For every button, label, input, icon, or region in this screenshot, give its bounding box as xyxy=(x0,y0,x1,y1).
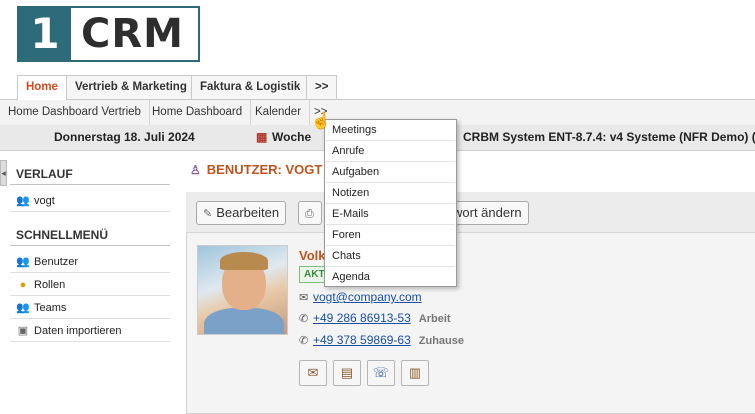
menu-item-chats[interactable]: Chats xyxy=(326,246,455,267)
vcard-button[interactable]: ▤ xyxy=(333,360,361,386)
menu-item-agenda[interactable]: Agenda xyxy=(326,267,455,288)
edit-button[interactable]: ✎ Bearbeiten xyxy=(196,201,287,225)
user-icon: ♙ xyxy=(190,163,201,177)
tab-more[interactable]: >> xyxy=(306,75,338,99)
phone-icon: ☏ xyxy=(372,365,390,380)
menu-item-emails[interactable]: E-Mails xyxy=(326,204,455,225)
sidebar-item-rollen[interactable]: ● Rollen xyxy=(10,274,170,296)
sidebar-item-label: Teams xyxy=(34,302,67,314)
tab-faktura-logistik[interactable]: Faktura & Logistik xyxy=(191,75,310,99)
phone-work-link[interactable]: +49 286 86913-53 xyxy=(313,311,411,325)
current-date: Donnerstag 18. Juli 2024 xyxy=(54,130,195,144)
sidebar-item-teams[interactable]: 👥 Teams xyxy=(10,297,170,319)
menu-item-anrufe[interactable]: Anrufe xyxy=(326,141,455,162)
phone-home-link[interactable]: +49 378 59869-63 xyxy=(313,333,411,347)
roles-icon: ● xyxy=(19,279,27,291)
sidebar-item-label: Benutzer xyxy=(34,256,79,268)
system-info: CRBM System ENT-8.7.4: v4 Systeme (NFR D… xyxy=(463,130,755,144)
logo-text: CRM xyxy=(81,11,184,57)
phone-icon: ✆ xyxy=(299,335,309,347)
detail-toolbar: ✎ Bearbeiten ⎙ wort ändern xyxy=(186,192,755,233)
phone-work-row: ✆ +49 286 86913-53 Arbeit xyxy=(299,311,451,325)
history-item-label: vogt xyxy=(34,195,55,207)
phone-home-label: Zuhause xyxy=(418,335,464,347)
logo-number: 1 xyxy=(19,8,71,60)
menu-item-aufgaben[interactable]: Aufgaben xyxy=(326,162,455,183)
change-password-label: wort ändern xyxy=(453,205,522,220)
subtab-home-dashboard-vertrieb[interactable]: Home Dashboard Vertrieb xyxy=(0,100,150,125)
edit-button-label: Bearbeiten xyxy=(216,205,280,220)
menu-item-notizen[interactable]: Notizen xyxy=(326,183,455,204)
notes-button[interactable]: ▥ xyxy=(401,360,429,386)
tab-vertrieb-marketing[interactable]: Vertrieb & Marketing xyxy=(66,75,196,99)
notes-icon: ▥ xyxy=(408,365,422,380)
main-tab-bar: Home Vertrieb & Marketing Faktura & Logi… xyxy=(0,75,755,100)
print-icon: ⎙ xyxy=(305,208,314,220)
tab-home[interactable]: Home xyxy=(17,75,67,100)
history-heading: VERLAUF xyxy=(10,163,170,185)
change-password-button[interactable]: wort ändern xyxy=(446,201,529,225)
email-link[interactable]: vogt@company.com xyxy=(313,290,422,304)
history-item-vogt[interactable]: 👥 vogt xyxy=(10,190,170,212)
phone-icon: ✆ xyxy=(299,313,309,325)
edit-icon: ✎ xyxy=(203,208,213,220)
sidebar-item-label: Daten importieren xyxy=(34,325,122,337)
import-icon: ▣ xyxy=(17,325,29,337)
vcard-icon: ▤ xyxy=(340,365,354,380)
envelope-icon: ✉ xyxy=(307,365,319,380)
sidebar-item-label: Rollen xyxy=(34,279,66,291)
users-icon: 👥 xyxy=(16,195,30,207)
hand-cursor-icon: ☝ xyxy=(311,113,331,130)
call-button[interactable]: ☏ xyxy=(367,360,395,386)
print-button[interactable]: ⎙ xyxy=(298,201,322,225)
teams-icon: 👥 xyxy=(16,302,30,314)
users-icon: 👥 xyxy=(16,256,30,268)
sidebar-collapse-handle[interactable]: ◂ xyxy=(0,160,7,186)
page-title-text: BENUTZER: VOGT xyxy=(206,162,323,177)
menu-item-meetings[interactable]: Meetings xyxy=(326,120,455,141)
subtab-kalender[interactable]: Kalender xyxy=(247,100,311,125)
quickmenu-heading: SCHNELLMENÜ xyxy=(10,224,170,246)
calendar-icon[interactable]: ▦ xyxy=(256,125,267,149)
phone-work-label: Arbeit xyxy=(418,313,451,325)
sidebar-item-daten-importieren[interactable]: ▣ Daten importieren xyxy=(10,320,170,342)
phone-home-row: ✆ +49 378 59869-63 Zuhause xyxy=(299,333,464,347)
send-email-button[interactable]: ✉ xyxy=(299,360,327,386)
user-photo xyxy=(197,245,288,335)
mail-icon: ✉ xyxy=(299,292,309,304)
subtab-home-dashboard[interactable]: Home Dashboard xyxy=(144,100,252,125)
email-row: ✉ vogt@company.com xyxy=(299,290,422,304)
app-logo[interactable]: 1 CRM xyxy=(17,6,200,62)
week-link[interactable]: Woche xyxy=(272,125,311,149)
menu-item-foren[interactable]: Foren xyxy=(326,225,455,246)
user-name: Volk xyxy=(299,248,326,263)
more-dropdown-menu: Meetings Anrufe Aufgaben Notizen E-Mails… xyxy=(324,119,457,287)
sidebar-item-benutzer[interactable]: 👥 Benutzer xyxy=(10,251,170,273)
page-title: ♙ BENUTZER: VOGT xyxy=(190,162,322,177)
